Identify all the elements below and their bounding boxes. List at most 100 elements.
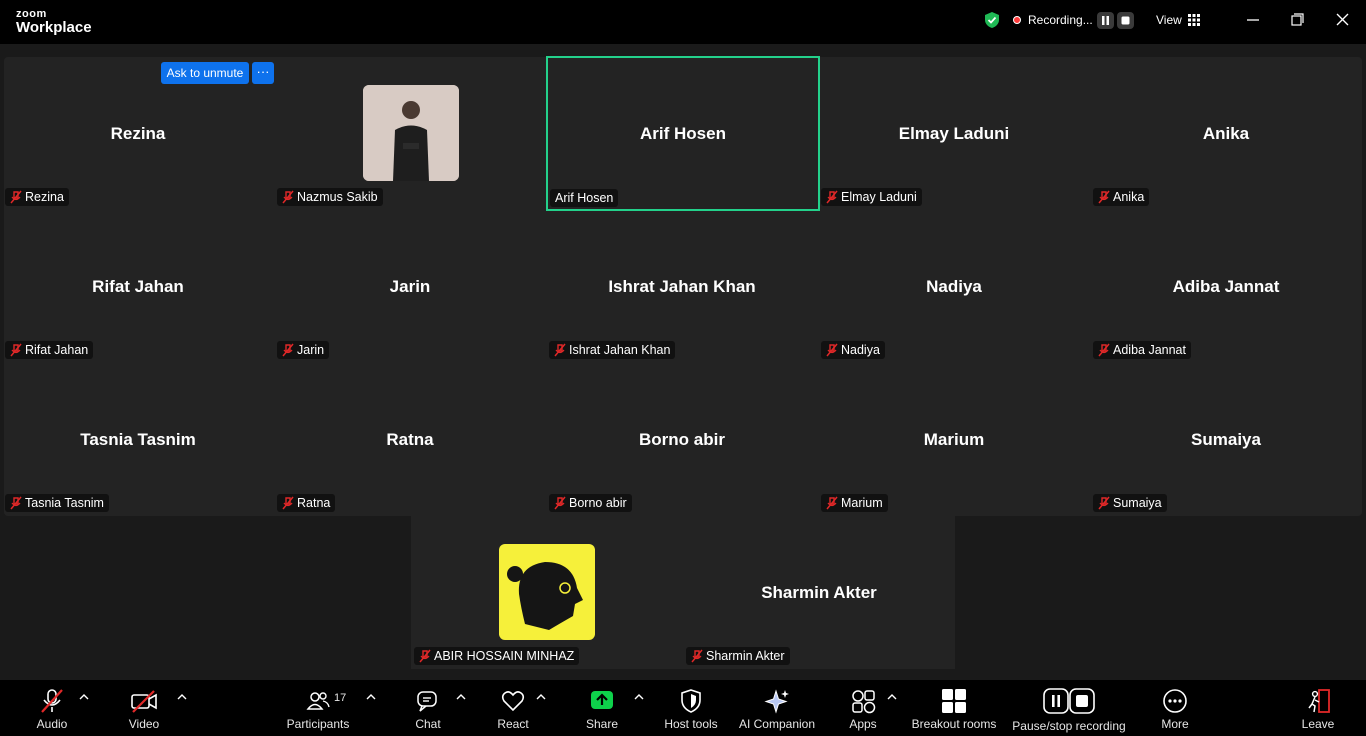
- share-screen-icon: [591, 691, 613, 709]
- video-caret-icon[interactable]: [177, 692, 187, 702]
- pause-icon: [1102, 16, 1109, 25]
- apps-icon: [852, 690, 876, 714]
- apps-button[interactable]: Apps: [838, 680, 888, 736]
- participant-name-large: Jarin: [389, 277, 431, 296]
- participant-tile[interactable]: Sumaiya Sumaiya: [1090, 363, 1362, 516]
- muted-mic-icon: [282, 343, 294, 357]
- participant-label-text: Anika: [1113, 190, 1145, 204]
- participant-label-text: Jarin: [297, 343, 325, 357]
- participant-tile[interactable]: Ishrat Jahan Khan Ishrat Jahan Khan: [546, 210, 818, 363]
- recording-dot-icon: [1013, 16, 1021, 24]
- participants-button[interactable]: Participants: [278, 680, 358, 736]
- participant-tile[interactable]: Sharmin Akter Sharmin Akter: [683, 516, 955, 669]
- participant-tile[interactable]: Elmay Laduni Elmay Laduni: [818, 57, 1090, 210]
- encryption-shield-icon[interactable]: [983, 11, 1001, 29]
- react-caret-icon[interactable]: [536, 692, 546, 702]
- participant-name-large: Tasnia Tasnim: [80, 430, 196, 449]
- audio-caret-icon[interactable]: [79, 692, 89, 702]
- participant-label-text: Ratna: [297, 496, 331, 510]
- muted-mic-icon: [691, 649, 703, 663]
- muted-mic-icon: [1098, 190, 1110, 204]
- host-tools-button[interactable]: Host tools: [660, 680, 722, 736]
- react-label: React: [497, 717, 529, 731]
- pause-stop-recording-label: Pause/stop recording: [1012, 719, 1126, 733]
- more-button[interactable]: More: [1150, 680, 1200, 736]
- participants-caret-icon[interactable]: [366, 692, 376, 702]
- participant-name-large: Rezina: [110, 124, 166, 143]
- participant-name-label: ABIR HOSSAIN MINHAZ: [414, 647, 580, 665]
- muted-mic-icon: [10, 190, 22, 204]
- participant-name-large: Rifat Jahan: [92, 277, 184, 296]
- participant-label-text: Tasnia Tasnim: [25, 496, 104, 510]
- participant-name-label: Jarin: [277, 341, 330, 359]
- participant-name-large: Anika: [1202, 124, 1250, 143]
- react-button[interactable]: React: [488, 680, 538, 736]
- participant-tile[interactable]: Anika Anika: [1090, 57, 1362, 210]
- participant-tile[interactable]: ABIR HOSSAIN MINHAZ: [411, 516, 683, 669]
- share-label: Share: [585, 717, 619, 731]
- share-button[interactable]: Share: [577, 680, 627, 736]
- share-caret-icon[interactable]: [634, 692, 644, 702]
- participant-tile[interactable]: Marium Marium: [818, 363, 1090, 516]
- participant-label-text: Adiba Jannat: [1113, 343, 1186, 357]
- participant-name-label: Ishrat Jahan Khan: [549, 341, 676, 359]
- ai-companion-button[interactable]: AI Companion: [736, 680, 818, 736]
- participant-tile[interactable]: Rifat Jahan Rifat Jahan: [2, 210, 274, 363]
- grid-view-icon[interactable]: [1188, 14, 1200, 26]
- participant-label-text: Elmay Laduni: [841, 190, 917, 204]
- muted-mic-icon: [826, 343, 838, 357]
- participant-tile[interactable]: Borno abir Borno abir: [546, 363, 818, 516]
- participant-name-large: Sharmin Akter: [761, 583, 877, 602]
- pause-stop-recording-button[interactable]: Pause/stop recording: [1010, 680, 1128, 736]
- participant-name-label: Arif Hosen: [550, 189, 619, 207]
- participant-name-label: Sumaiya: [1093, 494, 1167, 512]
- chat-button[interactable]: Chat: [403, 680, 453, 736]
- stop-icon: [1121, 16, 1130, 25]
- participant-name-label: Marium: [821, 494, 888, 512]
- participant-name-large: Marium: [923, 430, 985, 449]
- video-button[interactable]: Video: [114, 680, 174, 736]
- participant-name-label: Rifat Jahan: [5, 341, 94, 359]
- more-options-button[interactable]: ···: [252, 62, 274, 84]
- pause-recording-button[interactable]: [1097, 12, 1114, 29]
- participant-name-label: Tasnia Tasnim: [5, 494, 109, 512]
- apps-label: Apps: [849, 717, 877, 731]
- apps-caret-icon[interactable]: [887, 692, 897, 702]
- participant-tile[interactable]: Tasnia Tasnim Tasnia Tasnim: [2, 363, 274, 516]
- participant-tile[interactable]: Nadiya Nadiya: [818, 210, 1090, 363]
- close-icon[interactable]: [1330, 9, 1356, 31]
- view-button[interactable]: View: [1156, 13, 1182, 27]
- breakout-rooms-button[interactable]: Breakout rooms: [906, 680, 1002, 736]
- participant-tile[interactable]: Jarin Jarin: [274, 210, 546, 363]
- active-speaker-tile[interactable]: Arif Hosen Arif Hosen: [546, 56, 820, 211]
- participants-count: 17: [334, 692, 347, 704]
- breakout-rooms-icon: [942, 689, 966, 713]
- muted-mic-icon: [10, 496, 22, 510]
- muted-mic-icon: [1098, 496, 1110, 510]
- participant-label-text: Ishrat Jahan Khan: [569, 343, 671, 357]
- audio-button[interactable]: Audio: [22, 680, 82, 736]
- muted-mic-icon: [554, 496, 566, 510]
- minimize-icon[interactable]: [1240, 9, 1266, 31]
- participant-tile[interactable]: Ratna Ratna: [274, 363, 546, 516]
- participant-name-label: Adiba Jannat: [1093, 341, 1191, 359]
- participant-label-text: Sharmin Akter: [706, 649, 785, 663]
- more-icon: [1163, 689, 1187, 713]
- muted-mic-icon: [554, 343, 566, 357]
- restore-icon[interactable]: [1284, 9, 1310, 31]
- participant-label-text: Sumaiya: [1113, 496, 1162, 510]
- muted-mic-icon: [1098, 343, 1110, 357]
- participant-name-label: Nazmus Sakib: [277, 188, 383, 206]
- host-tools-label: Host tools: [664, 717, 718, 731]
- participant-name-large: Borno abir: [639, 430, 725, 449]
- participant-name-label: Elmay Laduni: [821, 188, 922, 206]
- participant-label-text: Nadiya: [841, 343, 880, 357]
- stop-recording-button[interactable]: [1117, 12, 1134, 29]
- chat-caret-icon[interactable]: [456, 692, 466, 702]
- participant-tile[interactable]: Nazmus Sakib: [274, 57, 546, 210]
- participant-name-large: Arif Hosen: [640, 124, 726, 143]
- participant-tile[interactable]: Adiba Jannat Adiba Jannat: [1090, 210, 1362, 363]
- ask-to-unmute-button[interactable]: Ask to unmute: [161, 62, 249, 84]
- leave-button[interactable]: Leave: [1293, 680, 1343, 736]
- muted-mic-icon: [10, 343, 22, 357]
